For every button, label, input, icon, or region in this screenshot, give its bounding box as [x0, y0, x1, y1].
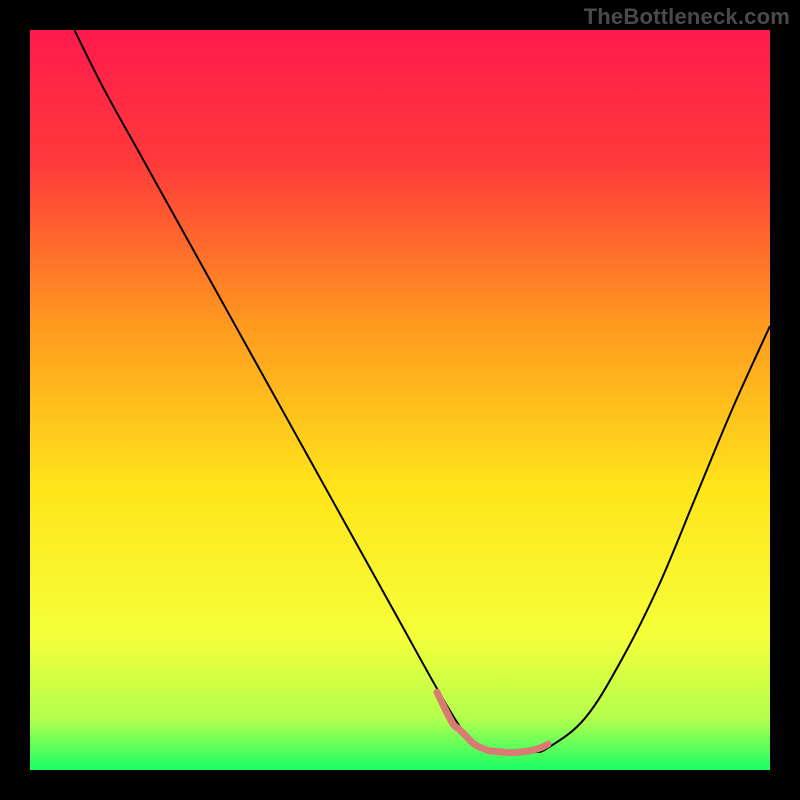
- watermark-text: TheBottleneck.com: [584, 4, 790, 30]
- bottleneck-chart: [0, 0, 800, 800]
- chart-frame: TheBottleneck.com: [0, 0, 800, 800]
- plot-background: [30, 30, 770, 770]
